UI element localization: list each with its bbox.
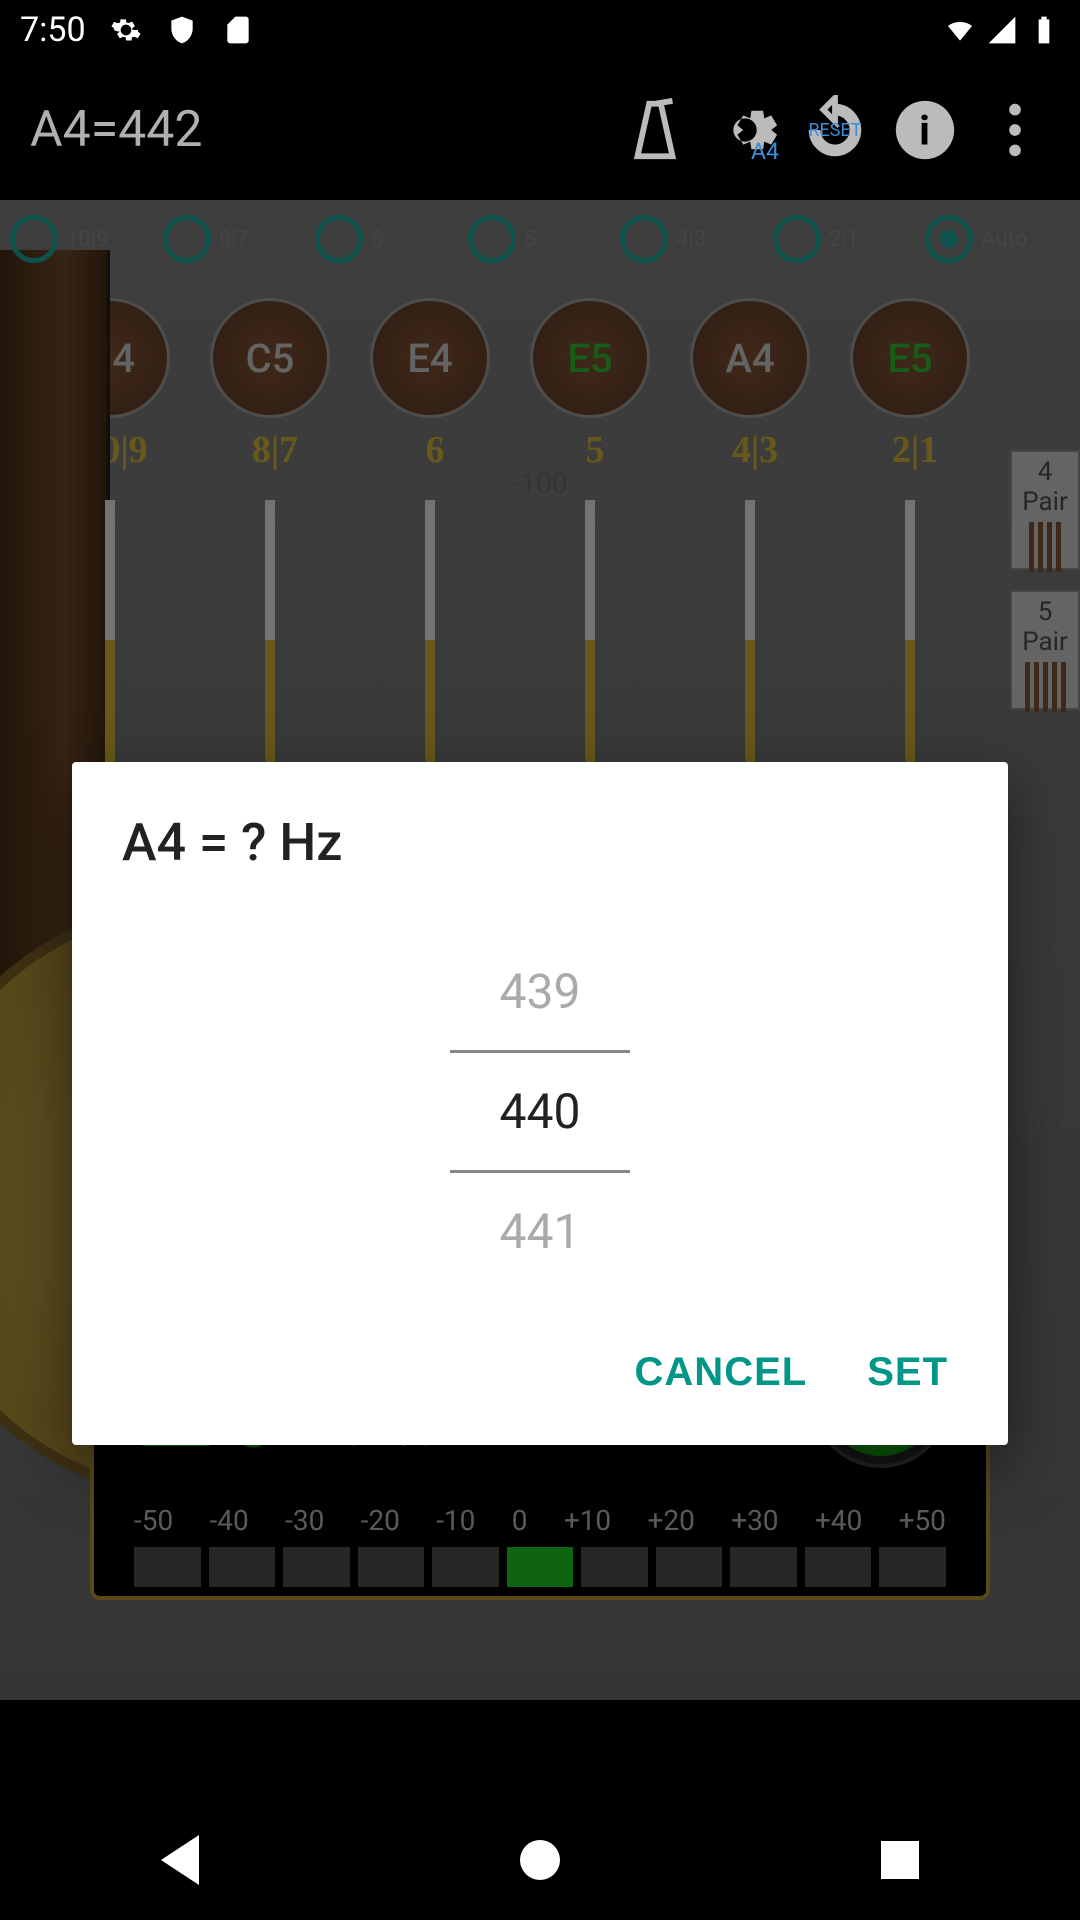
shield-icon [166, 14, 198, 46]
sd-card-icon [222, 14, 254, 46]
set-button[interactable]: SET [867, 1350, 948, 1395]
settings-a4-icon[interactable]: A4 [710, 95, 780, 165]
more-icon[interactable] [980, 95, 1050, 165]
info-icon[interactable]: i [890, 95, 960, 165]
svg-text:i: i [919, 107, 930, 155]
nav-recents-icon[interactable] [881, 1841, 919, 1879]
appbar-a4-value[interactable]: A4=442 [30, 101, 600, 159]
statusbar-time: 7:50 [20, 10, 86, 50]
frequency-number-picker[interactable]: 439 440 441 [122, 913, 958, 1330]
metronome-icon[interactable] [620, 95, 690, 165]
reset-label: RESET [808, 120, 861, 141]
picker-value-prev[interactable]: 439 [450, 933, 630, 1050]
cancel-button[interactable]: CANCEL [635, 1350, 808, 1395]
status-bar: 7:50 [0, 0, 1080, 60]
android-nav-bar [0, 1800, 1080, 1920]
battery-icon [1028, 14, 1060, 46]
wifi-icon [944, 14, 976, 46]
dialog-title: A4 = ? Hz [122, 812, 958, 873]
nav-home-icon[interactable] [520, 1840, 560, 1880]
signal-icon [986, 14, 1018, 46]
picker-value-next[interactable]: 441 [450, 1173, 630, 1290]
a4-frequency-dialog: A4 = ? Hz 439 440 441 CANCEL SET [72, 762, 1008, 1445]
gear-icon [110, 14, 142, 46]
app-bar: A4=442 A4 RESET i [0, 60, 1080, 200]
picker-value-current[interactable]: 440 [450, 1050, 630, 1173]
tuner-screen: 10|9 8|7 6 5 4|3 2|1 Auto G4 C5 E4 E5 A4… [0, 200, 1080, 1700]
nav-back-icon[interactable] [161, 1835, 199, 1885]
svg-text:A4: A4 [751, 137, 779, 165]
reset-icon[interactable]: RESET [800, 95, 870, 165]
